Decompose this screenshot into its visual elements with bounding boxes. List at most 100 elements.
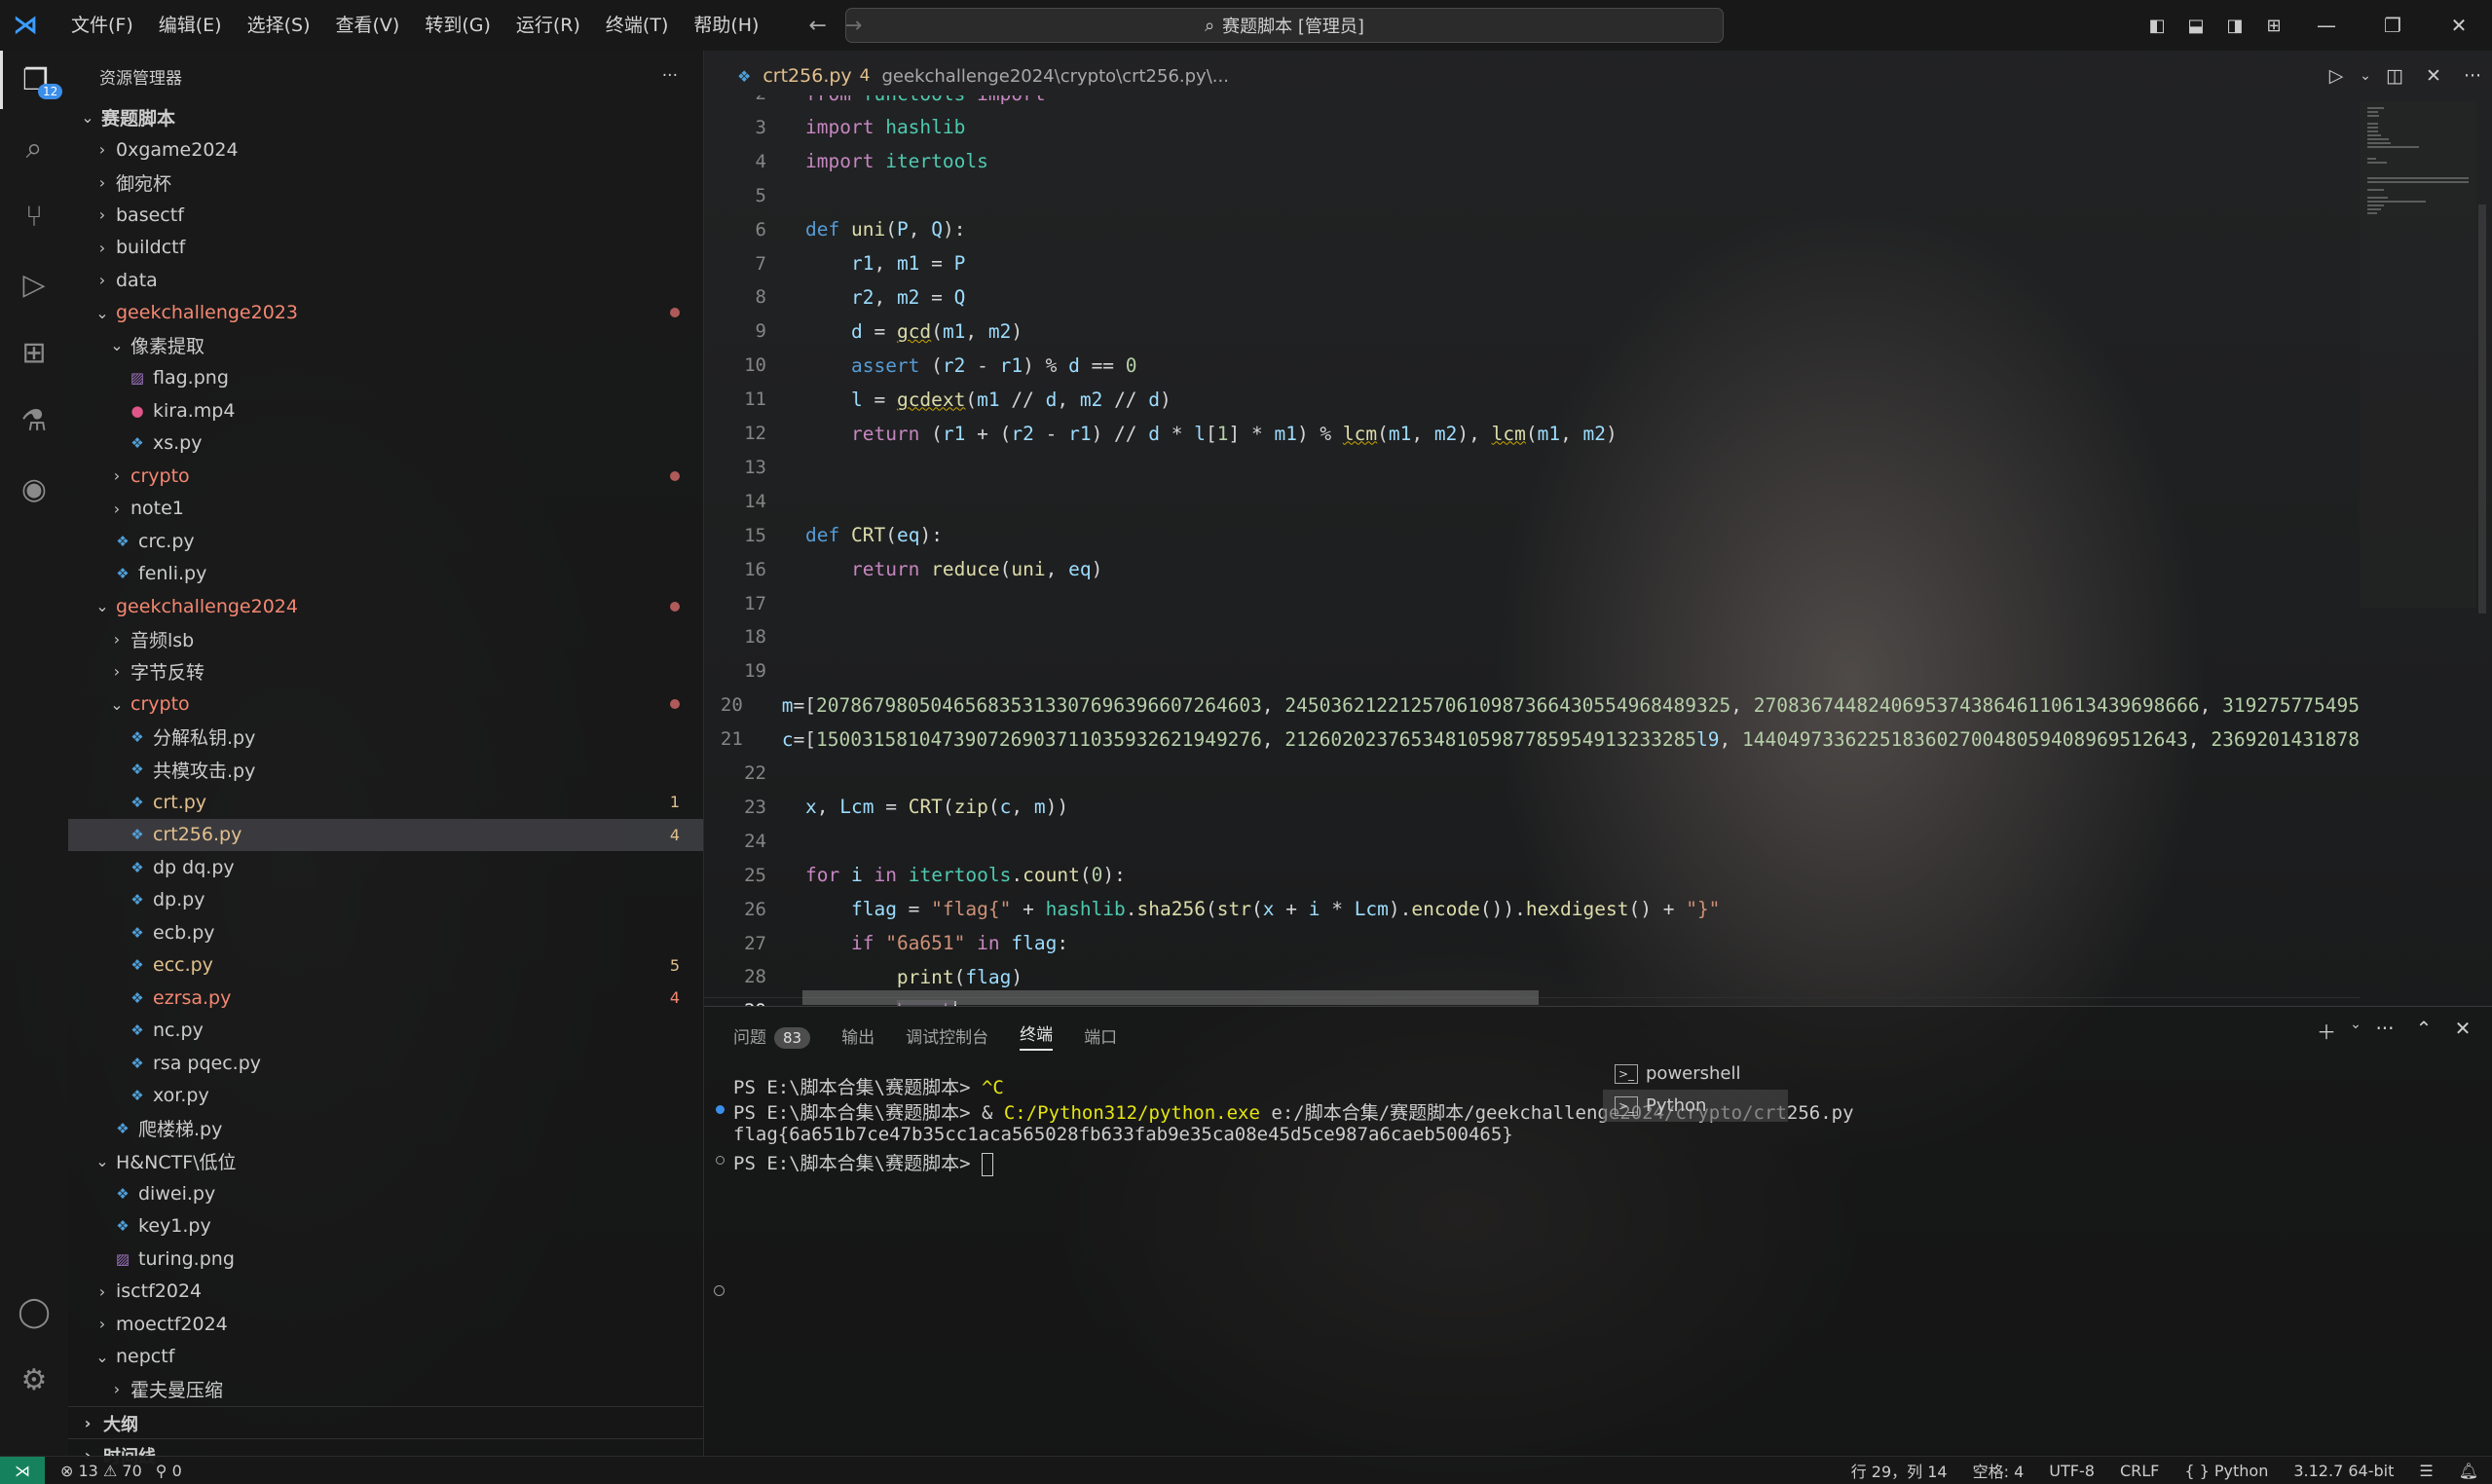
code-line[interactable]: 20 m=[20786798050465683531330769639660726… [704,691,2360,719]
menu-item[interactable]: 选择(S) [235,0,323,51]
explorer-more-icon[interactable]: ··· [662,66,678,86]
back-arrow-icon[interactable]: ← [808,14,826,38]
customize-layout-icon[interactable]: ⊞ [2254,16,2293,36]
remote-indicator-icon[interactable]: ⋊ [0,1457,45,1484]
restore-icon[interactable]: ❐ [2360,14,2426,37]
panel-tab[interactable]: 端口 [1084,1023,1117,1048]
tree-file[interactable]: ❖ ecc.py 5 [68,949,703,982]
remote-explorer-icon[interactable]: ◉ [0,460,68,518]
notifications-bell-icon[interactable]: 🔔︎ [2459,1462,2478,1480]
code-line[interactable]: 6 def uni(P, Q): [704,216,2360,243]
code-line[interactable]: 9 d = gcd(m1, m2) [704,317,2360,345]
code-line[interactable]: 14 [704,488,2360,515]
tree-file[interactable]: ❖ 爬楼梯.py [68,1112,703,1144]
toggle-panel-icon[interactable]: ⬓ [2176,16,2215,36]
close-panel-icon[interactable]: ✕ [2443,1017,2482,1045]
code-line[interactable]: 19 [704,657,2360,685]
close-editor-icon[interactable]: ✕ [2414,65,2453,87]
command-center-search[interactable]: ⌕ 赛题脚本 [管理员] [845,8,1724,43]
menu-item[interactable]: 运行(R) [503,0,593,51]
explorer-icon[interactable]: ❐ 12 [0,51,68,109]
outline-section[interactable]: › 大纲 [68,1406,703,1439]
tree-file[interactable]: ❖ crc.py [68,525,703,557]
minimap[interactable] [2360,101,2476,608]
search-view-icon[interactable]: ⌕ [0,119,68,177]
source-control-icon[interactable]: ⑂ [0,187,68,245]
tree-folder[interactable]: › buildctf [68,232,703,264]
tree-file[interactable]: ❖ key1.py [68,1210,703,1243]
problems-status[interactable]: ⊗ 13 ⚠ 70 [60,1462,142,1480]
testing-icon[interactable]: ⚗ [0,391,68,450]
editor-horizontal-scrollbar[interactable] [802,990,1539,1005]
breadcrumb[interactable]: geekchallenge2024\crypto\crt256.py\... [882,66,1229,87]
tree-folder[interactable]: › basectf [68,199,703,231]
tree-file[interactable]: ❖ crt256.py 4 [68,818,703,851]
code-line[interactable]: 18 [704,623,2360,650]
tree-file[interactable]: ❖ ecb.py [68,916,703,948]
extensions-icon[interactable]: ⊞ [0,323,68,382]
code-line[interactable]: 16 return reduce(uni, eq) [704,556,2360,583]
panel-tab[interactable]: 问题 83 [733,1023,811,1049]
split-editor-icon[interactable]: ◫ [2375,65,2414,87]
run-debug-icon[interactable]: ▷ [0,255,68,314]
panel-tab[interactable]: 调试控制台 [906,1023,988,1048]
code-line[interactable]: 17 [704,590,2360,617]
tree-file[interactable]: ❖ nc.py [68,1015,703,1047]
accounts-icon[interactable]: ◯ [0,1282,68,1341]
code-line[interactable]: 27 if "6a651" in flag: [704,930,2360,957]
new-terminal-icon[interactable]: ＋ [2307,1017,2346,1045]
settings-gear-icon[interactable]: ⚙ [0,1351,68,1409]
run-dropdown-chevron-icon[interactable]: ⌄ [2356,68,2375,84]
menu-item[interactable]: 帮助(H) [681,0,771,51]
menu-item[interactable]: 编辑(E) [146,0,235,51]
tree-file[interactable]: ❖ ezrsa.py 4 [68,982,703,1014]
editor-vertical-scrollbar[interactable] [2478,204,2486,613]
editor-tab-name[interactable]: crt256.py [762,65,851,87]
tree-file[interactable]: ❖ xor.py [68,1080,703,1112]
menu-item[interactable]: 查看(V) [323,0,413,51]
code-line[interactable]: 26 flag = "flag{" + hashlib.sha256(str(x… [704,896,2360,923]
editor-more-icon[interactable]: ··· [2453,65,2492,87]
tree-folder[interactable]: ⌄ geekchallenge2023 [68,297,703,329]
tree-folder[interactable]: › 御宛杯 [68,167,703,199]
tree-file[interactable]: ▨ turing.png [68,1243,703,1275]
tree-file[interactable]: ❖ fenli.py [68,558,703,590]
panel-tab[interactable]: 输出 [841,1023,874,1048]
tree-folder[interactable]: ⌄ geekchallenge2024 [68,590,703,622]
code-line[interactable]: 10 assert (r2 - r1) % d == 0 [704,352,2360,379]
maximize-panel-icon[interactable]: ⌃ [2404,1017,2443,1045]
code-line[interactable]: 25 for i in itertools.count(0): [704,862,2360,889]
tree-folder[interactable]: ⌄ nepctf [68,1341,703,1373]
tree-folder[interactable]: › 字节反转 [68,655,703,687]
python-interpreter[interactable]: 3.12.7 64-bit [2293,1462,2394,1480]
code-line[interactable]: 2 from functools import * [704,95,2360,107]
tree-folder[interactable]: ⌄ crypto [68,688,703,721]
tree-folder[interactable]: › 0xgame2024 [68,133,703,166]
code-line[interactable]: 28 print(flag) [704,963,2360,990]
tree-file[interactable]: ❖ xs.py [68,427,703,460]
tree-folder[interactable]: › moectf2024 [68,1308,703,1340]
ports-status[interactable]: ⚲ 0 [156,1462,182,1480]
panel-more-icon[interactable]: ··· [2365,1017,2404,1045]
terminal-dropdown-icon[interactable]: ⌄ [2346,1017,2365,1045]
tree-file[interactable]: ❖ diwei.py [68,1177,703,1209]
toggle-sidebar-icon[interactable]: ◧ [2138,16,2176,36]
tree-file[interactable]: ❖ dp dq.py [68,851,703,883]
tree-file[interactable]: ❖ rsa pqec.py [68,1047,703,1079]
tree-file[interactable]: ❖ crt.py 1 [68,786,703,818]
close-window-icon[interactable]: ✕ [2426,14,2492,37]
tree-folder[interactable]: › 音频lsb [68,623,703,655]
language-mode[interactable]: { } Python [2184,1462,2268,1480]
tree-folder[interactable]: › data [68,264,703,296]
menu-item[interactable]: 文件(F) [58,0,146,51]
tree-folder[interactable]: ⌄ 像素提取 [68,329,703,361]
tree-file[interactable]: ▨ flag.png [68,362,703,394]
code-line[interactable]: 24 [704,828,2360,855]
workspace-root[interactable]: ⌄ 赛题脚本 [68,101,703,133]
feedback-icon[interactable]: ☰ [2419,1462,2433,1480]
tree-file[interactable]: ❖ 共模攻击.py [68,754,703,786]
tree-folder[interactable]: › 霍夫曼压缩 [68,1373,703,1405]
tree-folder[interactable]: › isctf2024 [68,1276,703,1308]
run-python-file-icon[interactable]: ▷ [2317,65,2356,87]
menu-item[interactable]: 终端(T) [593,0,681,51]
